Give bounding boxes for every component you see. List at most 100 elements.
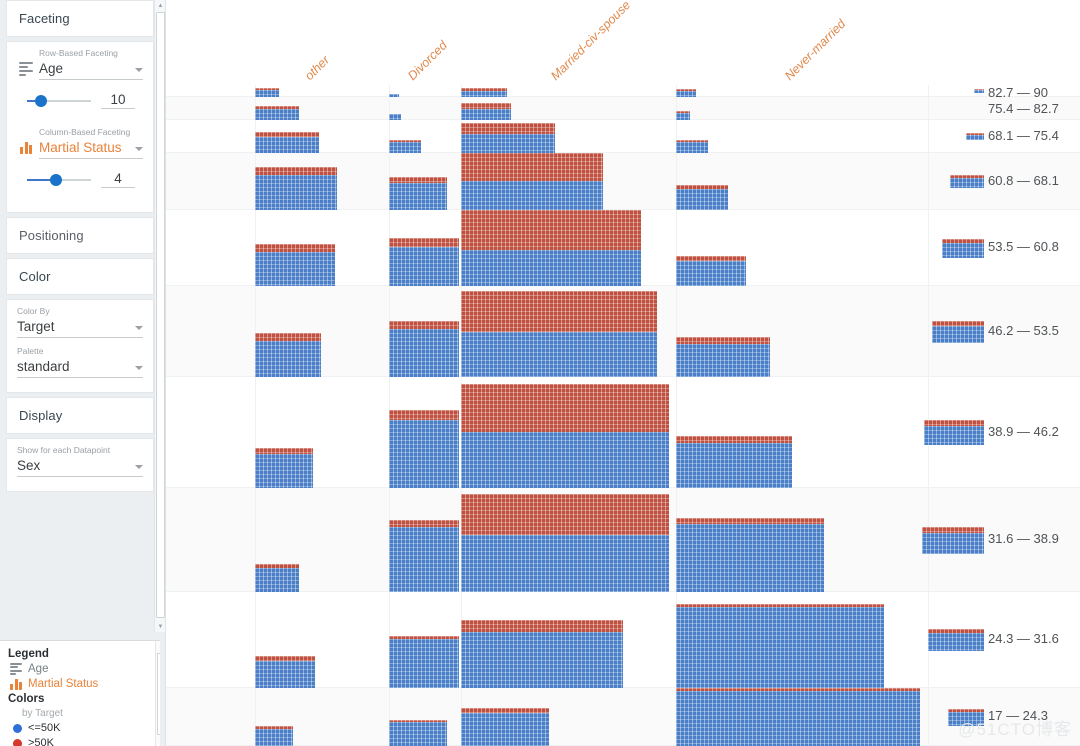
density-block[interactable] — [676, 436, 792, 488]
positioning-panel[interactable]: Positioning — [6, 217, 154, 254]
color-by-select[interactable]: Target — [17, 318, 143, 338]
density-block[interactable] — [389, 177, 447, 210]
density-block[interactable] — [255, 106, 299, 120]
density-block[interactable] — [255, 167, 337, 210]
density-block[interactable] — [255, 564, 299, 592]
density-block[interactable] — [461, 123, 555, 153]
facet-cell[interactable] — [389, 97, 461, 120]
density-block[interactable] — [461, 103, 511, 120]
facet-cell[interactable] — [255, 592, 389, 688]
facet-cell[interactable] — [676, 286, 928, 377]
facet-cell[interactable] — [676, 377, 928, 488]
facet-cell[interactable] — [461, 286, 676, 377]
row-faceting-select[interactable]: Age — [39, 60, 143, 80]
facet-cell[interactable] — [389, 488, 461, 592]
facet-cell[interactable] — [676, 120, 928, 153]
density-block[interactable] — [676, 604, 884, 688]
density-block[interactable] — [676, 256, 746, 286]
facet-cell[interactable] — [389, 377, 461, 488]
density-block[interactable] — [676, 518, 824, 592]
density-block[interactable] — [389, 410, 459, 488]
facet-cell[interactable] — [255, 97, 389, 120]
facet-cell[interactable] — [461, 377, 676, 488]
density-block[interactable] — [676, 89, 696, 97]
scroll-up-arrow-icon[interactable]: ▲ — [155, 0, 166, 11]
density-block[interactable] — [255, 88, 279, 97]
facet-cell[interactable] — [255, 85, 389, 97]
column-faceting-slider[interactable] — [27, 173, 91, 186]
datapoint-select[interactable]: Sex — [17, 457, 143, 477]
density-block[interactable] — [255, 244, 335, 286]
density-block[interactable] — [461, 153, 603, 210]
density-block[interactable] — [461, 494, 669, 592]
density-block[interactable] — [461, 708, 549, 746]
facet-cell[interactable] — [255, 153, 389, 210]
display-panel[interactable]: Display — [6, 397, 154, 434]
facet-cell[interactable] — [389, 120, 461, 153]
facet-cell[interactable] — [461, 592, 676, 688]
column-faceting-select[interactable]: Martial Status — [39, 139, 143, 159]
facet-cell[interactable] — [389, 85, 461, 97]
facet-cell[interactable] — [255, 120, 389, 153]
density-block[interactable] — [389, 636, 459, 688]
facet-cell[interactable] — [461, 85, 676, 97]
row-faceting-slider[interactable] — [27, 94, 91, 107]
settings-scroll-region[interactable]: Faceting Row-Based Faceting Age 10 Colum… — [0, 0, 160, 632]
facet-cell[interactable] — [676, 85, 928, 97]
density-block[interactable] — [389, 140, 421, 153]
facet-cell[interactable] — [461, 688, 676, 746]
facet-cell[interactable] — [389, 153, 461, 210]
facet-cell[interactable] — [676, 97, 928, 120]
facet-cell[interactable] — [676, 153, 928, 210]
density-block[interactable] — [676, 111, 690, 120]
legend-scrollbar[interactable]: ▲ ▼ — [155, 641, 160, 746]
color-panel[interactable]: Color — [6, 258, 154, 295]
facet-cell[interactable] — [676, 592, 928, 688]
scroll-down-arrow-icon[interactable]: ▼ — [156, 736, 160, 746]
density-block[interactable] — [255, 333, 321, 377]
facet-cell[interactable] — [461, 210, 676, 286]
facet-cell[interactable] — [676, 688, 928, 746]
density-block[interactable] — [255, 656, 315, 688]
facet-cell[interactable] — [389, 286, 461, 377]
density-block[interactable] — [676, 185, 728, 210]
density-block[interactable] — [389, 321, 459, 377]
density-block[interactable] — [255, 448, 313, 488]
density-block[interactable] — [461, 210, 641, 286]
facet-cell[interactable] — [461, 97, 676, 120]
scroll-thumb[interactable] — [157, 653, 160, 735]
density-block[interactable] — [389, 720, 447, 746]
facet-cell[interactable] — [676, 488, 928, 592]
facet-cell[interactable] — [389, 688, 461, 746]
facet-cell[interactable] — [255, 210, 389, 286]
scroll-down-arrow-icon[interactable]: ▼ — [155, 621, 166, 632]
facet-cell[interactable] — [389, 210, 461, 286]
density-block[interactable] — [389, 238, 459, 286]
density-block[interactable] — [255, 726, 293, 746]
facet-cell[interactable] — [461, 120, 676, 153]
density-block[interactable] — [676, 688, 920, 746]
scroll-thumb[interactable] — [156, 12, 165, 618]
facet-cell[interactable] — [461, 153, 676, 210]
facet-cell[interactable] — [255, 286, 389, 377]
density-block[interactable] — [461, 620, 623, 688]
palette-select[interactable]: standard — [17, 358, 143, 378]
density-block[interactable] — [461, 88, 507, 97]
facet-cell[interactable] — [255, 488, 389, 592]
density-block[interactable] — [676, 337, 770, 377]
facet-cell[interactable] — [389, 592, 461, 688]
density-block[interactable] — [389, 520, 459, 592]
row-faceting-count[interactable]: 10 — [101, 92, 135, 109]
facet-cell[interactable] — [255, 688, 389, 746]
facet-plot[interactable]: other Divorced Married-civ-spouse Never-mar… — [166, 0, 1080, 746]
column-faceting-count[interactable]: 4 — [101, 171, 135, 188]
density-block[interactable] — [461, 291, 657, 377]
scroll-up-arrow-icon[interactable]: ▲ — [156, 641, 160, 652]
facet-cell[interactable] — [255, 377, 389, 488]
facet-cell[interactable] — [461, 488, 676, 592]
facet-cell[interactable] — [676, 210, 928, 286]
settings-scrollbar[interactable]: ▲ ▼ — [154, 0, 165, 632]
density-block[interactable] — [461, 384, 669, 488]
density-block[interactable] — [255, 132, 319, 153]
density-block[interactable] — [676, 140, 708, 153]
